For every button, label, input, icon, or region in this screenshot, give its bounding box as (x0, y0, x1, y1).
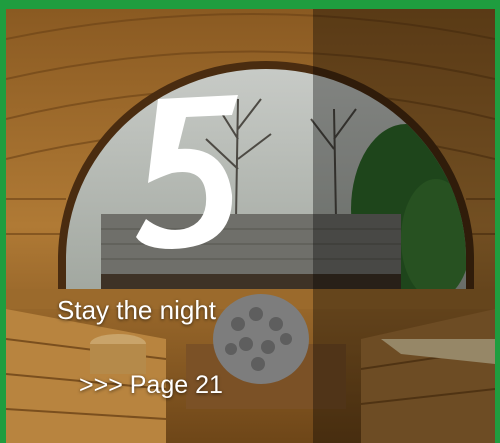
photo-shade-overlay (313, 9, 495, 443)
chapter-title: Stay the night (57, 295, 216, 325)
chapter-card[interactable]: Stay the night >>> Page 21 (0, 0, 500, 443)
chapter-number-brush-5 (136, 95, 238, 249)
page-link[interactable]: >>> Page 21 (79, 371, 223, 400)
